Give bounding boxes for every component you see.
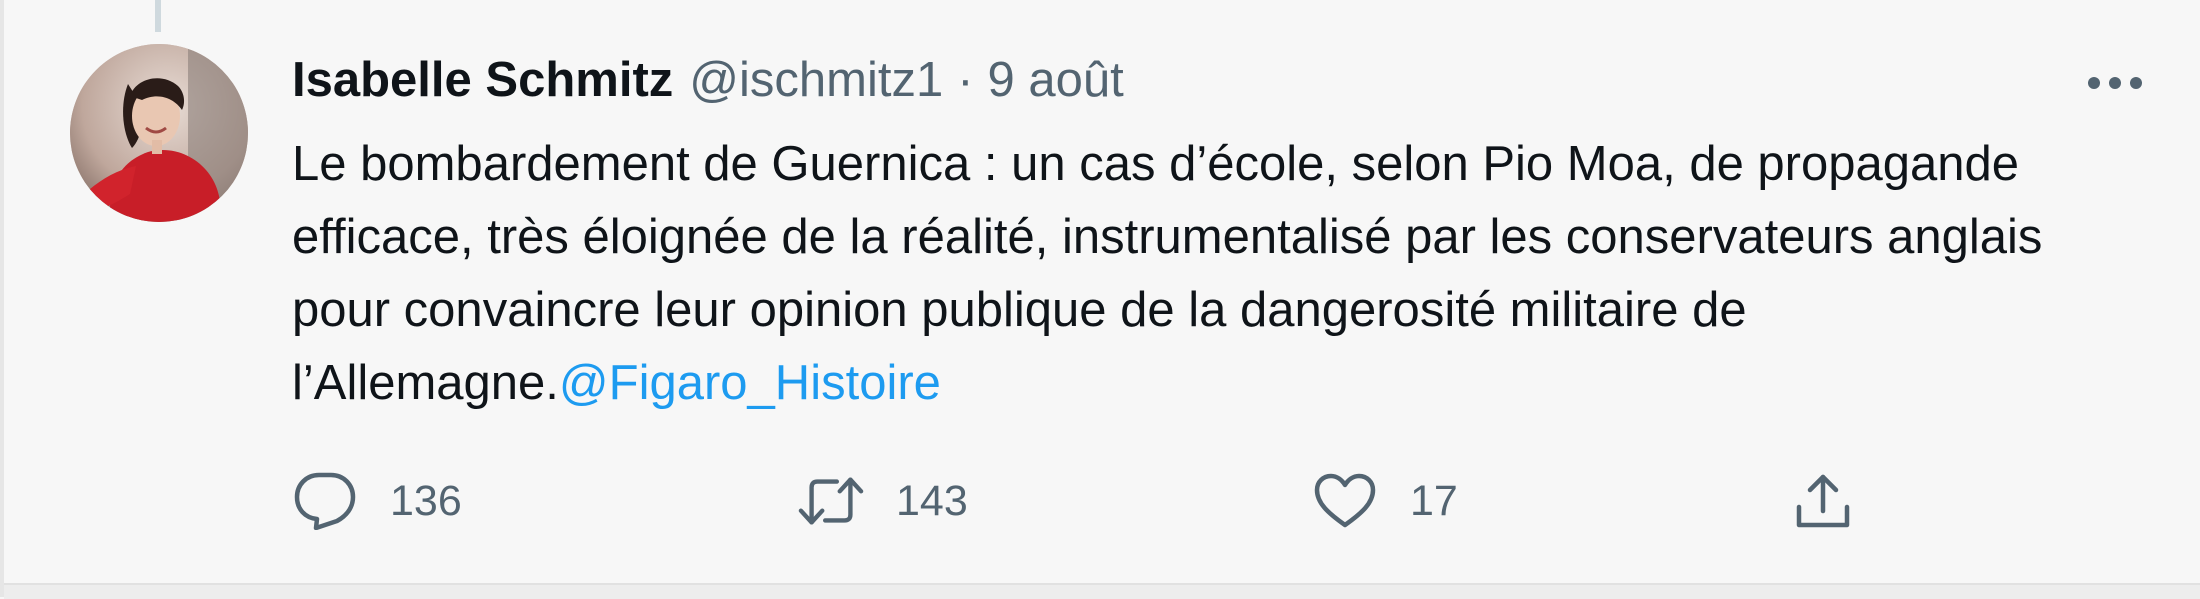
reply-icon xyxy=(292,468,358,534)
header-separator: · xyxy=(957,53,974,107)
tweet-date[interactable]: 9 août xyxy=(988,52,1124,108)
share-icon xyxy=(1790,468,1856,534)
tweet-text: Le bombardement de Guernica : un cas d’é… xyxy=(292,128,2092,420)
heart-icon xyxy=(1312,468,1378,534)
like-count: 17 xyxy=(1410,476,1458,525)
author-handle[interactable]: @ischmitz1 xyxy=(689,52,943,108)
tweet-card[interactable]: Isabelle Schmitz @ischmitz1 · 9 août Le … xyxy=(0,0,2200,599)
avatar[interactable] xyxy=(70,44,248,222)
tweet-header: Isabelle Schmitz @ischmitz1 · 9 août xyxy=(292,52,1124,116)
more-options-button[interactable] xyxy=(2082,58,2148,108)
author-display-name[interactable]: Isabelle Schmitz xyxy=(292,52,673,108)
mention-link[interactable]: @Figaro_Histoire xyxy=(559,356,941,410)
share-button[interactable] xyxy=(1790,468,1856,534)
like-button[interactable]: 17 xyxy=(1312,468,1458,534)
retweet-icon xyxy=(798,468,864,534)
tweet-body-text: Le bombardement de Guernica : un cas d’é… xyxy=(292,137,2043,410)
retweet-button[interactable]: 143 xyxy=(798,468,968,534)
more-horizontal-icon xyxy=(2088,77,2142,89)
avatar-photo xyxy=(70,44,248,222)
reply-count: 136 xyxy=(390,476,462,525)
thread-connector-line xyxy=(155,0,161,32)
reply-button[interactable]: 136 xyxy=(292,468,462,534)
retweet-count: 143 xyxy=(896,476,968,525)
